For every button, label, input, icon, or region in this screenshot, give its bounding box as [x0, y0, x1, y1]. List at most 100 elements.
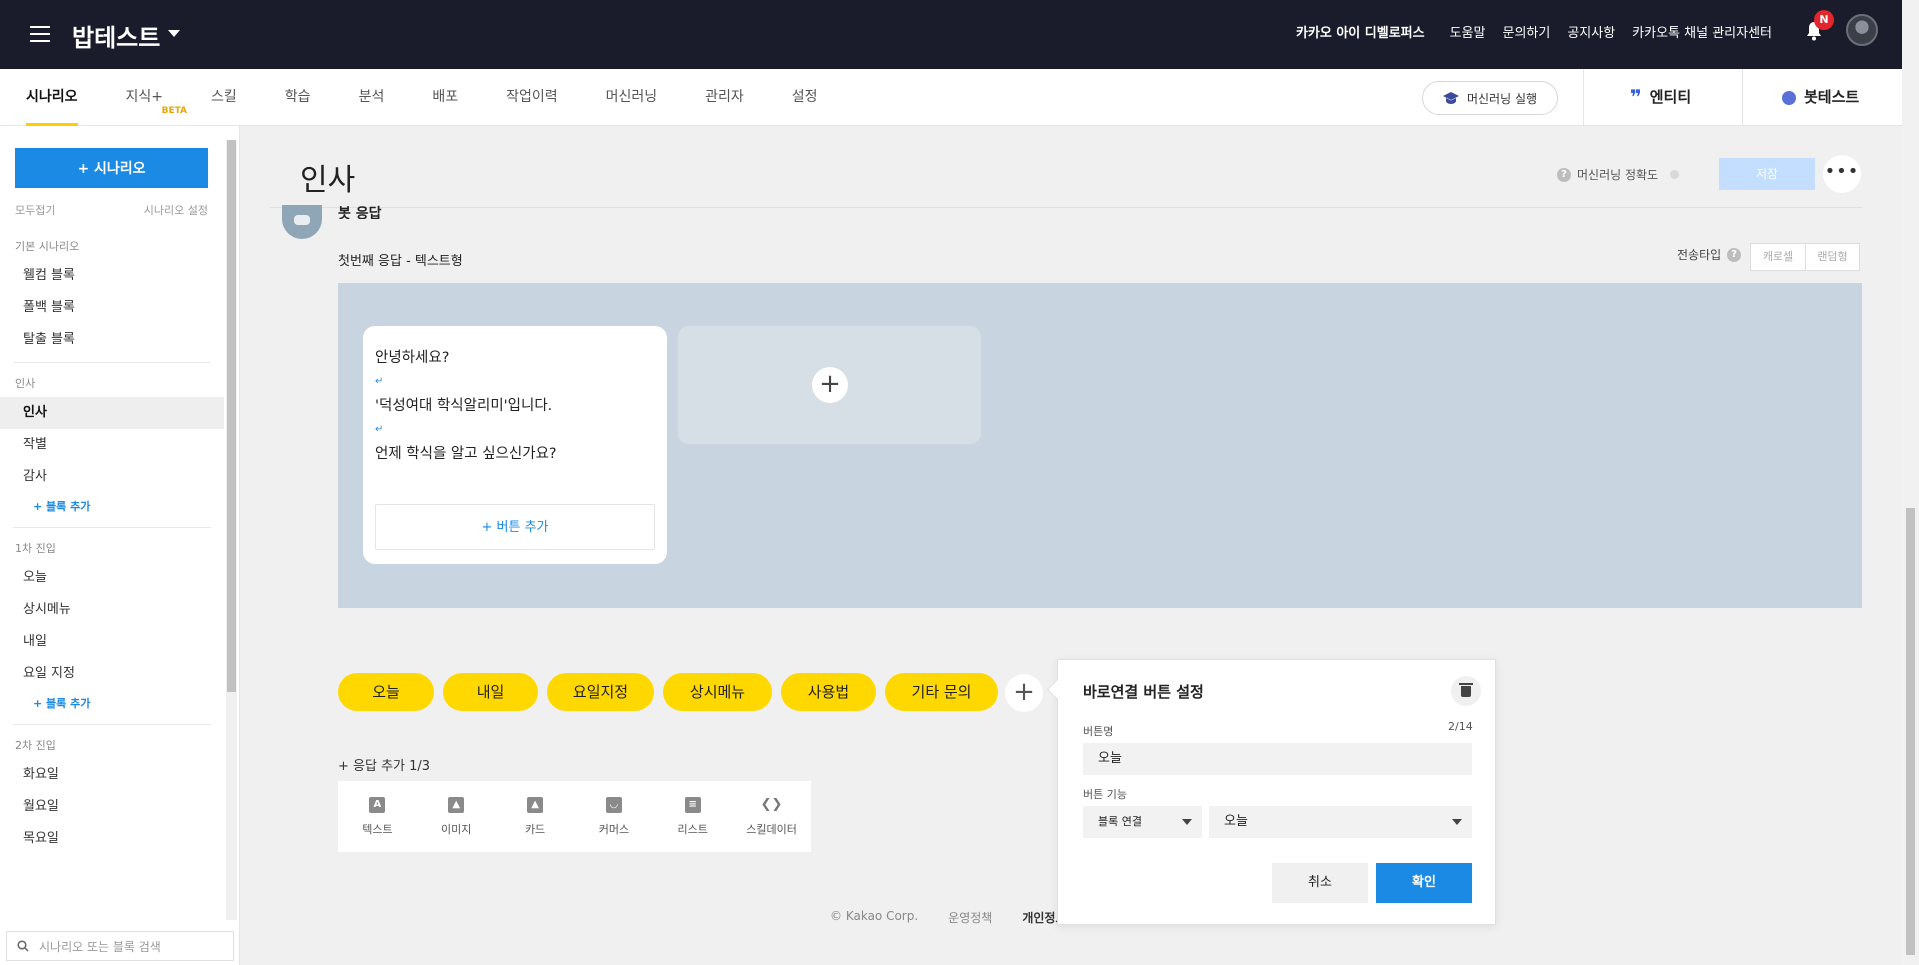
- sidebar-item-today[interactable]: 오늘: [0, 562, 224, 594]
- add-quick-reply-icon[interactable]: +: [1005, 674, 1043, 712]
- add-block-link[interactable]: + 블록 추가: [0, 690, 224, 718]
- quick-reply-button[interactable]: 오늘: [338, 673, 434, 711]
- cancel-button[interactable]: 취소: [1272, 863, 1368, 903]
- button-name-label: 버튼명: [1083, 725, 1114, 738]
- function-type-select[interactable]: 블록 연결: [1083, 806, 1202, 838]
- tab-learning[interactable]: 학습: [261, 69, 335, 126]
- response-type-toolbar: A 텍스트 ▲ 이미지 ▲ 카드 ◡ 커머스 ≡ 리스트 ❮❯ 스킬데이터: [338, 781, 811, 852]
- bot-test-button[interactable]: 봇테스트: [1782, 69, 1859, 126]
- add-block-link[interactable]: + 블록 추가: [0, 493, 224, 521]
- add-scenario-button[interactable]: + 시나리오: [15, 148, 208, 188]
- block-select[interactable]: 오늘: [1209, 806, 1472, 838]
- text-card[interactable]: 안녕하세요? ↵ '덕성여대 학식알리미'입니다. ↵ 언제 학식을 알고 싶으…: [363, 326, 667, 564]
- ml-run-button[interactable]: 머신러닝 실행: [1422, 81, 1558, 115]
- tab-analysis[interactable]: 분석: [335, 69, 409, 126]
- help-icon[interactable]: ?: [1557, 167, 1571, 182]
- response-title: 첫번째 응답 - 텍스트형: [338, 254, 463, 269]
- scrollbar-thumb[interactable]: [1906, 508, 1915, 955]
- avatar[interactable]: [1846, 14, 1878, 46]
- page-scrollbar[interactable]: [1902, 0, 1919, 965]
- search-input[interactable]: 시나리오 또는 블록 검색: [39, 938, 161, 955]
- sidebar-item-greeting[interactable]: 인사: [0, 397, 224, 429]
- card-text[interactable]: 안녕하세요? ↵ '덕성여대 학식알리미'입니다. ↵ 언제 학식을 알고 싶으…: [375, 346, 557, 466]
- footer: © Kakao Corp. 운영정책 개인정보: [830, 909, 1067, 926]
- search-icon: [17, 940, 29, 952]
- sidebar-item-menu[interactable]: 상시메뉴: [0, 594, 224, 626]
- commerce-icon: ◡: [605, 797, 622, 813]
- tab-knowledge[interactable]: 지식+ BETA: [102, 69, 188, 126]
- quick-reply-button[interactable]: 내일: [443, 673, 538, 711]
- sidebar-item-fallback[interactable]: 폴백 블록: [0, 292, 224, 324]
- nav-divider: [1583, 69, 1584, 126]
- top-bar: 밥테스트 카카오 아이 디벨로퍼스 도움말 문의하기 공지사항 카카오톡 채널 …: [0, 0, 1902, 69]
- tab-settings[interactable]: 설정: [768, 69, 842, 126]
- tab-scenario[interactable]: 시나리오: [26, 69, 102, 126]
- sidebar-scrollbar[interactable]: [226, 140, 237, 920]
- quick-reply-button[interactable]: 사용법: [781, 673, 876, 711]
- entity-button[interactable]: ❞ 엔티티: [1630, 69, 1691, 126]
- more-icon[interactable]: •••: [1823, 155, 1861, 193]
- sidebar-item-welcome[interactable]: 웰컴 블록: [0, 260, 224, 292]
- chevron-down-icon: [1452, 819, 1462, 825]
- quick-reply-button[interactable]: 요일지정: [547, 673, 654, 711]
- group-title: 1차 진입: [15, 542, 56, 555]
- link-help[interactable]: 도움말: [1450, 22, 1486, 41]
- popup-title: 바로연결 버튼 설정: [1083, 683, 1204, 701]
- tool-card[interactable]: ▲ 카드: [496, 781, 575, 852]
- menu-icon[interactable]: [30, 26, 50, 42]
- tool-text[interactable]: A 텍스트: [338, 781, 417, 852]
- tool-image[interactable]: ▲ 이미지: [417, 781, 496, 852]
- skill-data-icon: ❮❯: [760, 797, 783, 812]
- collapse-all-link[interactable]: 모두접기: [15, 202, 55, 218]
- scenario-settings-link[interactable]: 시나리오 설정: [144, 202, 208, 218]
- chevron-down-icon[interactable]: [168, 30, 180, 37]
- bot-name[interactable]: 밥테스트: [72, 18, 160, 53]
- notification-badge: N: [1814, 10, 1834, 30]
- add-response-link[interactable]: + 응답 추가 1/3: [338, 755, 430, 774]
- sidebar-item-thursday[interactable]: 목요일: [0, 823, 224, 855]
- help-icon[interactable]: ?: [1727, 247, 1742, 262]
- link-kakao-i-developers[interactable]: 카카오 아이 디벨로퍼스: [1296, 22, 1425, 41]
- sidebar-search[interactable]: 시나리오 또는 블록 검색: [6, 931, 234, 961]
- tool-skill-data[interactable]: ❮❯ 스킬데이터: [732, 781, 811, 852]
- char-count: 2/14: [1448, 720, 1473, 733]
- confirm-button[interactable]: 확인: [1376, 863, 1472, 903]
- link-channel-admin[interactable]: 카카오톡 채널 관리자센터: [1632, 22, 1772, 41]
- bot-icon: [282, 205, 322, 239]
- tab-deploy[interactable]: 배포: [408, 69, 482, 126]
- plus-icon[interactable]: +: [812, 367, 848, 403]
- tool-commerce[interactable]: ◡ 커머스: [574, 781, 653, 852]
- add-card-area[interactable]: +: [677, 325, 982, 445]
- send-type-toggle: 캐로셀 랜덤형: [1750, 243, 1860, 271]
- sidebar-item-tuesday[interactable]: 화요일: [0, 759, 224, 791]
- status-dot: [1670, 170, 1680, 179]
- send-type-random[interactable]: 랜덤형: [1805, 244, 1859, 270]
- save-button[interactable]: 저장: [1719, 158, 1815, 190]
- sidebar-item-exit[interactable]: 탈출 블록: [0, 324, 224, 356]
- quote-icon: ❞: [1630, 85, 1642, 109]
- tab-machine-learning[interactable]: 머신러닝: [582, 69, 682, 126]
- policy-link[interactable]: 운영정책: [948, 909, 992, 926]
- divider: [270, 207, 1862, 208]
- send-type-carousel[interactable]: 캐로셀: [1751, 244, 1805, 270]
- scrollbar-thumb[interactable]: [227, 140, 236, 692]
- sidebar-item-thanks[interactable]: 감사: [0, 461, 224, 493]
- tab-history[interactable]: 작업이력: [482, 69, 582, 126]
- sidebar-item-tomorrow[interactable]: 내일: [0, 626, 224, 658]
- trash-icon[interactable]: [1451, 676, 1481, 706]
- tool-list[interactable]: ≡ 리스트: [653, 781, 732, 852]
- sidebar-item-farewell[interactable]: 작별: [0, 429, 224, 461]
- response-canvas: 안녕하세요? ↵ '덕성여대 학식알리미'입니다. ↵ 언제 학식을 알고 싶으…: [338, 283, 1862, 608]
- image-icon: ▲: [448, 797, 465, 813]
- quick-reply-button[interactable]: 기타 문의: [885, 673, 998, 711]
- link-inquiry[interactable]: 문의하기: [1502, 22, 1550, 41]
- add-button-button[interactable]: + 버튼 추가: [375, 504, 655, 550]
- sidebar: + 시나리오 모두접기 시나리오 설정 기본 시나리오 웰컴 블록 폴백 블록 …: [0, 126, 240, 965]
- sidebar-item-monday[interactable]: 월요일: [0, 791, 224, 823]
- sidebar-item-day-select[interactable]: 요일 지정: [0, 658, 224, 690]
- button-name-input[interactable]: 오늘: [1083, 743, 1472, 775]
- quick-reply-button[interactable]: 상시메뉴: [663, 673, 772, 711]
- link-notice[interactable]: 공지사항: [1567, 22, 1615, 41]
- tab-skill[interactable]: 스킬: [187, 69, 261, 126]
- tab-admin[interactable]: 관리자: [681, 69, 768, 126]
